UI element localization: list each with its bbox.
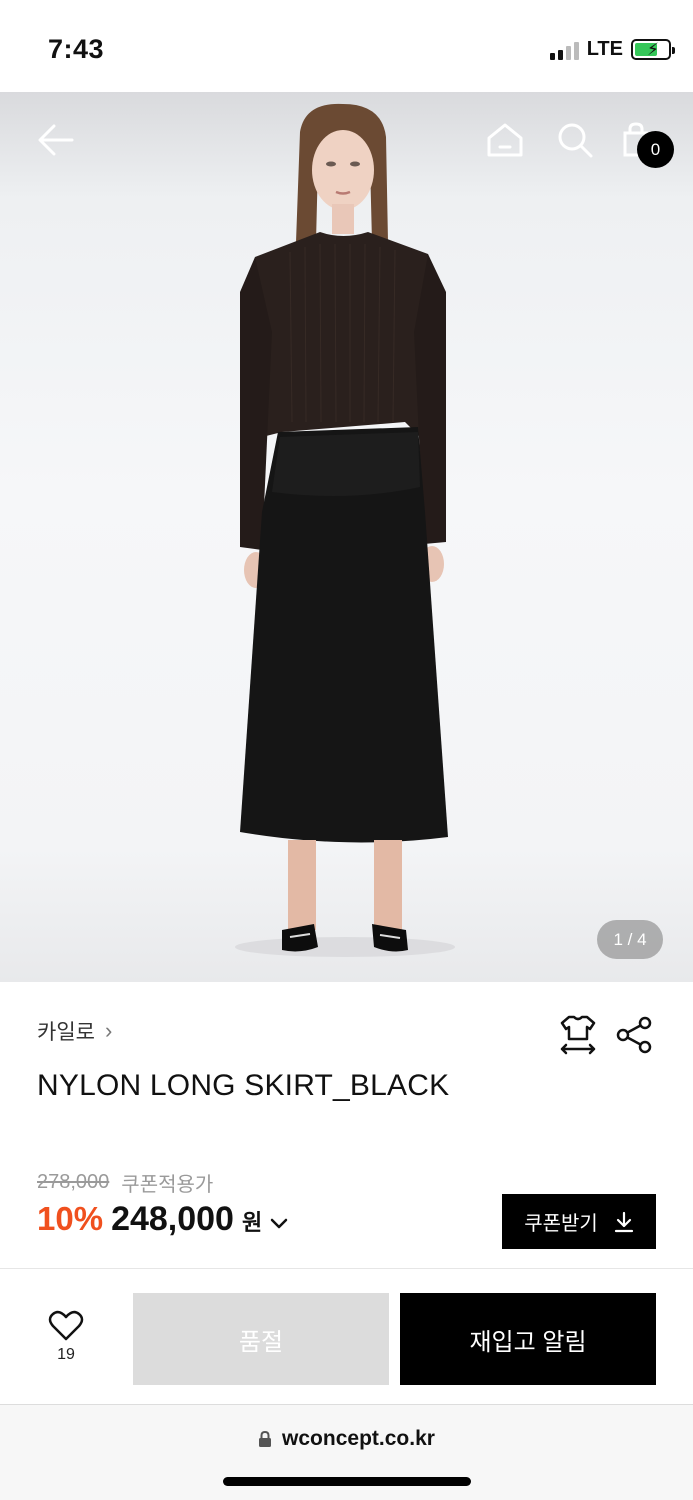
network-label: LTE bbox=[586, 38, 623, 60]
browser-address-bar[interactable]: wconcept.co.kr bbox=[0, 1404, 693, 1500]
price-row[interactable]: 10% 248,000 원 bbox=[37, 1200, 288, 1239]
battery-icon: ⚡ bbox=[631, 39, 675, 60]
currency-unit: 원 bbox=[241, 1210, 263, 1235]
status-indicators: LTE ⚡ bbox=[549, 38, 675, 61]
coupon-download-button[interactable]: 쿠폰받기 bbox=[502, 1194, 656, 1249]
brand-name: 카일로 bbox=[37, 1021, 95, 1044]
lock-icon bbox=[259, 1430, 272, 1447]
status-bar: 7:43 LTE ⚡ bbox=[0, 0, 693, 92]
chevron-right-icon: › bbox=[104, 1018, 113, 1043]
coupon-price-label: 쿠폰적용가 bbox=[121, 1174, 214, 1196]
product-image-carousel[interactable]: 0 1 / 4 bbox=[0, 92, 693, 982]
share-icon bbox=[616, 1016, 652, 1054]
url-display[interactable]: wconcept.co.kr bbox=[0, 1427, 693, 1451]
divider bbox=[0, 1268, 693, 1269]
image-pager: 1 / 4 bbox=[597, 920, 663, 959]
restock-alert-button[interactable]: 재입고 알림 bbox=[400, 1293, 656, 1385]
wishlist-count: 19 bbox=[57, 1346, 75, 1363]
coupon-button-label: 쿠폰받기 bbox=[524, 1213, 598, 1235]
share-button[interactable] bbox=[613, 1014, 655, 1056]
signal-icon bbox=[549, 40, 579, 60]
search-icon bbox=[558, 123, 593, 158]
url-text: wconcept.co.kr bbox=[282, 1427, 435, 1450]
download-icon bbox=[614, 1211, 633, 1232]
wishlist-button[interactable]: 19 bbox=[40, 1310, 92, 1372]
brand-link[interactable]: 카일로 › bbox=[37, 1016, 112, 1046]
product-title: NYLON LONG SKIRT_BLACK bbox=[37, 1069, 450, 1102]
chevron-down-icon bbox=[270, 1218, 288, 1229]
search-button[interactable] bbox=[552, 116, 598, 164]
home-indicator[interactable] bbox=[223, 1477, 471, 1486]
back-button[interactable] bbox=[30, 116, 82, 164]
product-photo bbox=[235, 103, 455, 957]
size-guide-button[interactable] bbox=[557, 1013, 599, 1057]
status-time: 7:43 bbox=[48, 34, 105, 64]
home-icon bbox=[487, 123, 523, 157]
original-price-row: 278,000 쿠폰적용가 bbox=[37, 1168, 213, 1197]
heart-icon bbox=[48, 1310, 84, 1341]
arrow-left-icon bbox=[38, 124, 74, 156]
home-button[interactable] bbox=[482, 116, 528, 164]
discount-rate: 10% bbox=[37, 1200, 104, 1237]
cart-count-badge: 0 bbox=[637, 131, 674, 168]
size-guide-icon bbox=[560, 1015, 596, 1055]
original-price: 278,000 bbox=[37, 1171, 110, 1193]
sale-price: 248,000 bbox=[111, 1200, 234, 1238]
sold-out-button[interactable]: 품절 bbox=[133, 1293, 389, 1385]
